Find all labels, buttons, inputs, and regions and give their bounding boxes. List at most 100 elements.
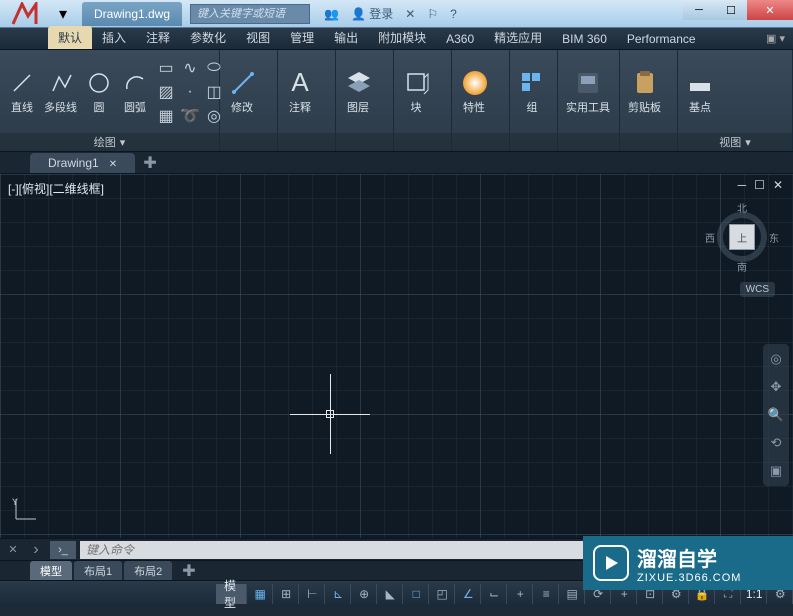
tool-base[interactable]: 基点 [684, 67, 716, 117]
sb-3dosnap-icon[interactable]: ◰ [431, 584, 455, 604]
title-toolbar: 👥 👤 登录 ✕ ⚐ ? [324, 5, 457, 22]
panel-view-title[interactable]: 视图 ▾ [678, 133, 792, 151]
showmotion-icon[interactable]: ▣ [767, 462, 785, 480]
zoom-icon[interactable]: 🔍 [767, 406, 785, 424]
document-title-tab[interactable]: Drawing1.dwg [82, 2, 182, 26]
signin-button[interactable]: 👤 登录 [351, 5, 393, 22]
watermark-url: ZIXUE.3D66.COM [637, 572, 741, 584]
panel-utils: 实用工具 [558, 50, 620, 151]
sb-otrack-icon[interactable]: ∠ [457, 584, 481, 604]
app-logo[interactable] [4, 1, 46, 27]
qat-dropdown-icon[interactable]: ▾ [54, 5, 72, 23]
tool-rect-icon[interactable]: ▭ [155, 57, 177, 79]
viewcube-south[interactable]: 南 [737, 259, 747, 274]
tool-draw-extras: ▭∿⬭ ▨·◫ ▦➰◎ [155, 57, 225, 127]
ucs-icon: Y [10, 495, 40, 530]
wcs-badge[interactable]: WCS [740, 282, 775, 297]
help-icon[interactable]: ? [450, 7, 457, 21]
nav-wheel-icon[interactable]: ◎ [767, 350, 785, 368]
tool-wipeout-icon[interactable]: ▦ [155, 105, 177, 127]
tool-circle[interactable]: 圆 [83, 67, 115, 117]
close-icon[interactable]: ✕ [109, 159, 117, 170]
viewport-close-icon[interactable]: ✕ [773, 178, 783, 192]
sb-ducs-icon[interactable]: ⌙ [483, 584, 507, 604]
pan-icon[interactable]: ✥ [767, 378, 785, 396]
sb-grid-icon[interactable]: ▦ [249, 584, 273, 604]
ribbon-tab-annotate[interactable]: 注释 [136, 26, 180, 49]
tool-circle-label: 圆 [94, 99, 105, 115]
sb-ortho-icon[interactable]: ⊾ [327, 584, 351, 604]
ribbon-tab-output[interactable]: 输出 [324, 26, 368, 49]
orbit-icon[interactable]: ⟲ [767, 434, 785, 452]
panel-layer: 图层 [336, 50, 394, 151]
ribbon-tab-performance[interactable]: Performance [617, 29, 706, 49]
maximize-button[interactable]: ☐ [715, 0, 747, 20]
tool-hatch-icon[interactable]: ▨ [155, 81, 177, 103]
tool-layer[interactable]: 图层 [342, 67, 374, 117]
viewcube[interactable]: 上 北 南 东 西 [707, 202, 777, 272]
ribbon: 直线 多段线 圆 圆弧 ▭∿⬭ ▨·◫ ▦➰◎ 绘图 ▾ 修改 A注释 图层 块… [0, 50, 793, 152]
tool-spline-icon[interactable]: ∿ [179, 57, 201, 79]
ribbon-expand-icon[interactable]: ▣ ▾ [766, 32, 785, 45]
tool-utils[interactable]: 实用工具 [564, 67, 612, 117]
ribbon-tab-addins[interactable]: 附加模块 [368, 26, 436, 49]
sb-snap-icon[interactable]: ⊞ [275, 584, 299, 604]
command-prompt-icon[interactable]: ›_ [50, 541, 76, 559]
tool-arc[interactable]: 圆弧 [119, 67, 151, 117]
sb-polar-icon[interactable]: ⊕ [353, 584, 377, 604]
layout-tab-2[interactable]: 布局2 [124, 561, 172, 581]
infocenter-icon[interactable]: 👥 [324, 7, 339, 21]
sb-iso-icon[interactable]: ◣ [379, 584, 403, 604]
tool-polyline[interactable]: 多段线 [42, 67, 79, 117]
watermark-play-icon [593, 545, 629, 581]
quick-access-toolbar: ▾ [54, 5, 72, 23]
tool-annotate[interactable]: A注释 [284, 67, 316, 117]
ribbon-tab-view[interactable]: 视图 [236, 26, 280, 49]
autodesk-icon[interactable]: ⚐ [427, 7, 438, 21]
ribbon-tab-parametric[interactable]: 参数化 [180, 26, 236, 49]
document-tab[interactable]: Drawing1✕ [30, 153, 135, 173]
sb-lw-icon[interactable]: ≡ [535, 584, 559, 604]
sb-model-button[interactable]: 模型 [216, 584, 247, 604]
tool-group[interactable]: 组 [516, 67, 548, 117]
help-search-input[interactable] [190, 4, 310, 24]
sb-osnap-icon[interactable]: □ [405, 584, 429, 604]
viewcube-east[interactable]: 东 [769, 230, 779, 245]
tool-props[interactable]: 特性 [458, 67, 490, 117]
viewcube-west[interactable]: 西 [705, 230, 715, 245]
crosshair-pickbox [326, 410, 334, 418]
add-layout-tab[interactable]: ✚ [174, 561, 203, 581]
navigation-bar: ◎ ✥ 🔍 ⟲ ▣ [763, 344, 789, 486]
tool-utils-label: 实用工具 [566, 99, 610, 115]
viewcube-face[interactable]: 上 [729, 224, 755, 250]
tool-helix-icon[interactable]: ➰ [179, 105, 201, 127]
ribbon-tab-manage[interactable]: 管理 [280, 26, 324, 49]
sb-trans-icon[interactable]: ▤ [561, 584, 585, 604]
tool-block[interactable]: 块 [400, 67, 432, 117]
ribbon-tab-featured[interactable]: 精选应用 [484, 26, 552, 49]
add-document-tab[interactable]: ✚ [139, 153, 161, 173]
minimize-button[interactable]: ─ [683, 0, 715, 20]
viewport-maximize-icon[interactable]: ☐ [754, 178, 765, 192]
ribbon-tab-insert[interactable]: 插入 [92, 26, 136, 49]
tool-modify[interactable]: 修改 [226, 67, 258, 117]
ribbon-tab-bim360[interactable]: BIM 360 [552, 29, 617, 49]
command-close-icon[interactable]: ✕ [0, 543, 26, 556]
close-button[interactable]: ✕ [747, 0, 793, 20]
viewport-label[interactable]: [-][俯视][二维线框] [8, 180, 104, 197]
exchange-icon[interactable]: ✕ [405, 7, 415, 21]
sb-dyn-icon[interactable]: + [509, 584, 533, 604]
command-history-icon[interactable]: › [26, 541, 46, 559]
layout-tab-1[interactable]: 布局1 [74, 561, 122, 581]
ribbon-tab-a360[interactable]: A360 [436, 29, 484, 49]
sb-infer-icon[interactable]: ⊢ [301, 584, 325, 604]
layout-tab-model[interactable]: 模型 [30, 561, 72, 581]
viewport-minimize-icon[interactable]: ─ [738, 178, 747, 192]
tool-point-icon[interactable]: · [179, 81, 201, 103]
tool-line[interactable]: 直线 [6, 67, 38, 117]
drawing-canvas[interactable]: [-][俯视][二维线框] ─ ☐ ✕ Y 上 北 南 东 西 WCS ◎ ✥ … [0, 174, 793, 538]
viewcube-north[interactable]: 北 [737, 200, 747, 215]
panel-draw-title[interactable]: 绘图 ▾ [0, 133, 219, 151]
tool-clipboard[interactable]: 剪贴板 [626, 67, 663, 117]
ribbon-tab-default[interactable]: 默认 [48, 26, 92, 49]
